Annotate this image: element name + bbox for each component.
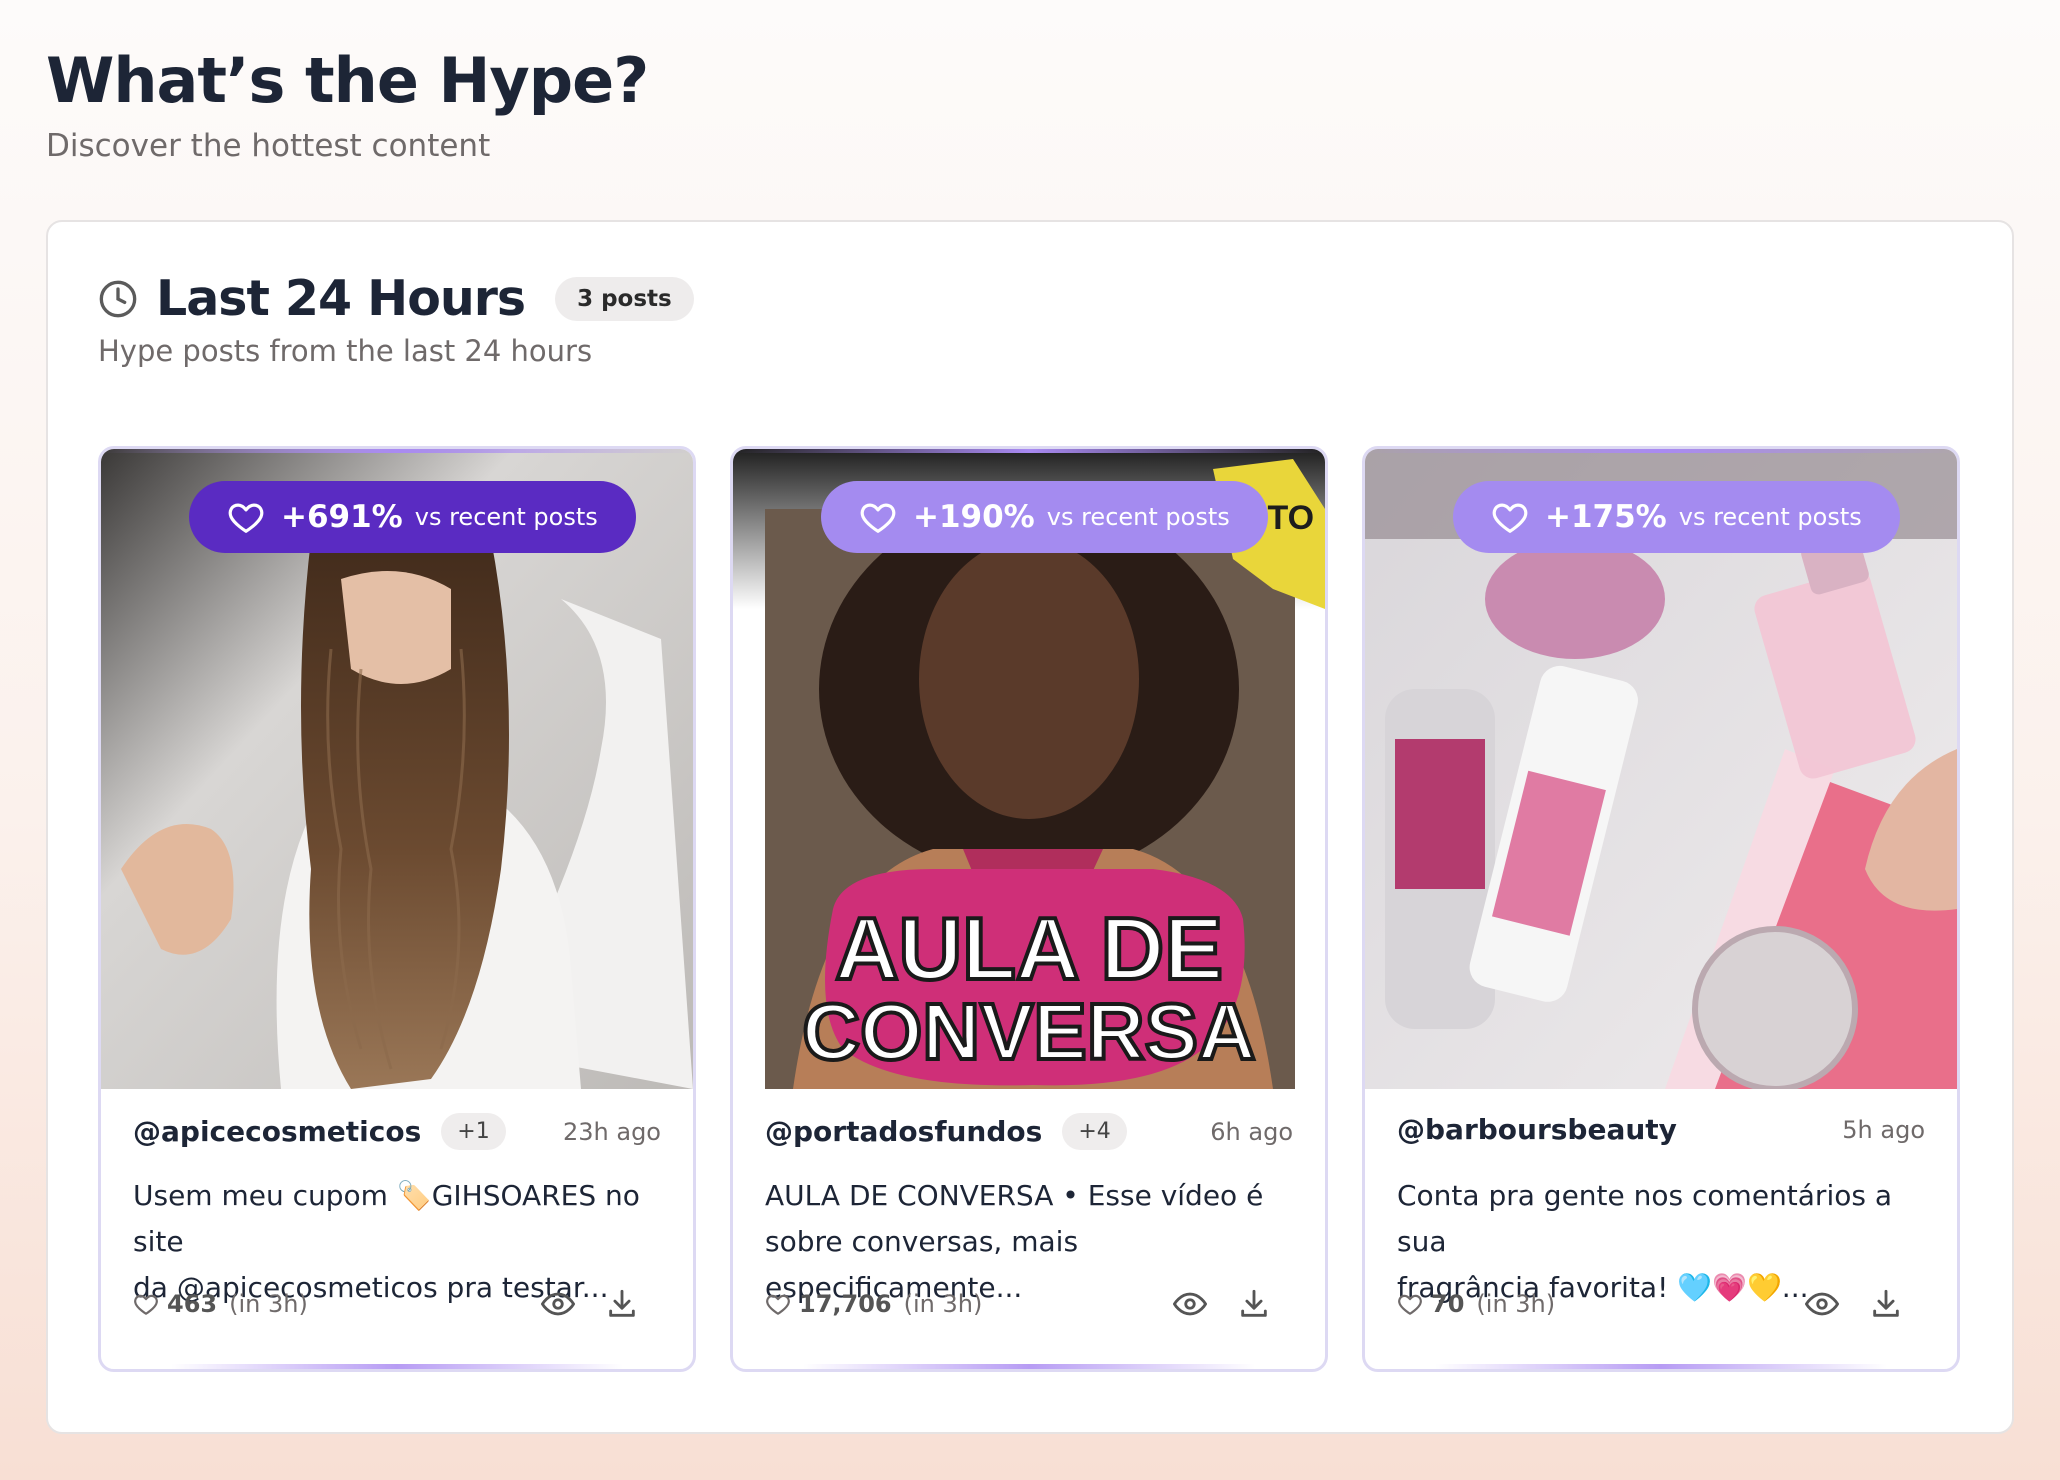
section-header: Last 24 Hours 3 posts bbox=[98, 270, 694, 327]
post-stats: 17,706 (in 3h) bbox=[765, 1287, 1271, 1321]
heart-outline-icon bbox=[766, 1294, 790, 1315]
eye-icon[interactable] bbox=[541, 1287, 575, 1321]
like-count: 17,706 bbox=[799, 1290, 892, 1318]
post-time: 5h ago bbox=[1842, 1115, 1925, 1144]
like-count: 70 bbox=[1431, 1290, 1465, 1318]
hype-growth-badge: +175% vs recent posts bbox=[1453, 481, 1900, 553]
collaborators-badge[interactable]: +1 bbox=[441, 1113, 506, 1150]
post-actions bbox=[1173, 1287, 1271, 1321]
heart-icon bbox=[228, 503, 264, 533]
post-time: 23h ago bbox=[562, 1117, 661, 1146]
caption-line: AULA DE CONVERSA • Esse vídeo é bbox=[765, 1179, 1264, 1212]
like-window: (in 3h) bbox=[903, 1290, 983, 1318]
author-handle[interactable]: @apicecosmeticos bbox=[133, 1115, 421, 1148]
post-count-badge: 3 posts bbox=[555, 276, 694, 321]
post-meta: @portadosfundos +4 6h ago bbox=[765, 1113, 1293, 1150]
author-handle[interactable]: @barboursbeauty bbox=[1397, 1113, 1677, 1146]
caption-line: Usem meu cupom 🏷️GIHSOARES no site bbox=[133, 1179, 640, 1258]
hype-comparison-label: vs recent posts bbox=[1678, 503, 1862, 531]
section-subtitle: Hype posts from the last 24 hours bbox=[98, 334, 593, 368]
hype-growth-badge: +691% vs recent posts bbox=[189, 481, 636, 553]
post-card[interactable]: +175% vs recent posts @barboursbeauty 5h… bbox=[1362, 446, 1960, 1372]
post-stats: 70 (in 3h) bbox=[1397, 1287, 1903, 1321]
eye-icon[interactable] bbox=[1805, 1287, 1839, 1321]
hype-percentage: +190% bbox=[913, 499, 1035, 535]
heart-icon bbox=[1492, 503, 1528, 533]
caption-line: Conta pra gente nos comentários a sua bbox=[1397, 1179, 1893, 1258]
post-actions bbox=[541, 1287, 639, 1321]
like-window: (in 3h) bbox=[1476, 1290, 1556, 1318]
eye-icon[interactable] bbox=[1173, 1287, 1207, 1321]
hype-comparison-label: vs recent posts bbox=[414, 503, 598, 531]
thumb-title-line: AULA DE bbox=[835, 899, 1223, 998]
hype-percentage: +691% bbox=[281, 499, 403, 535]
author-handle[interactable]: @portadosfundos bbox=[765, 1115, 1042, 1148]
collaborators-badge[interactable]: +4 bbox=[1062, 1113, 1127, 1150]
page-title: What’s the Hype? bbox=[46, 44, 649, 117]
post-time: 6h ago bbox=[1210, 1117, 1293, 1146]
download-icon[interactable] bbox=[1237, 1287, 1271, 1321]
post-stats: 463 (in 3h) bbox=[133, 1287, 639, 1321]
clock-icon bbox=[99, 280, 137, 317]
heart-outline-icon bbox=[134, 1294, 158, 1315]
hype-percentage: +175% bbox=[1545, 499, 1667, 535]
hype-comparison-label: vs recent posts bbox=[1046, 503, 1230, 531]
download-icon[interactable] bbox=[605, 1287, 639, 1321]
post-actions bbox=[1805, 1287, 1903, 1321]
hype-growth-badge: +190% vs recent posts bbox=[821, 481, 1268, 553]
page-subtitle: Discover the hottest content bbox=[46, 128, 491, 164]
heart-outline-icon bbox=[1398, 1294, 1422, 1315]
like-count: 463 bbox=[167, 1290, 218, 1318]
post-card[interactable]: +691% vs recent posts @apicecosmeticos +… bbox=[98, 446, 696, 1372]
section-title: Last 24 Hours bbox=[156, 270, 526, 327]
heart-icon bbox=[860, 503, 896, 533]
last-24-hours-section: Last 24 Hours 3 posts Hype posts from th… bbox=[46, 220, 2014, 1434]
post-meta: @barboursbeauty 5h ago bbox=[1397, 1113, 1925, 1146]
post-card[interactable]: ITO AULA DE CONVERSA +190% vs recent pos… bbox=[730, 446, 1328, 1372]
download-icon[interactable] bbox=[1869, 1287, 1903, 1321]
like-window: (in 3h) bbox=[229, 1290, 308, 1318]
thumb-title-line: CONVERSA bbox=[802, 987, 1255, 1076]
post-meta: @apicecosmeticos +1 23h ago bbox=[133, 1113, 661, 1150]
